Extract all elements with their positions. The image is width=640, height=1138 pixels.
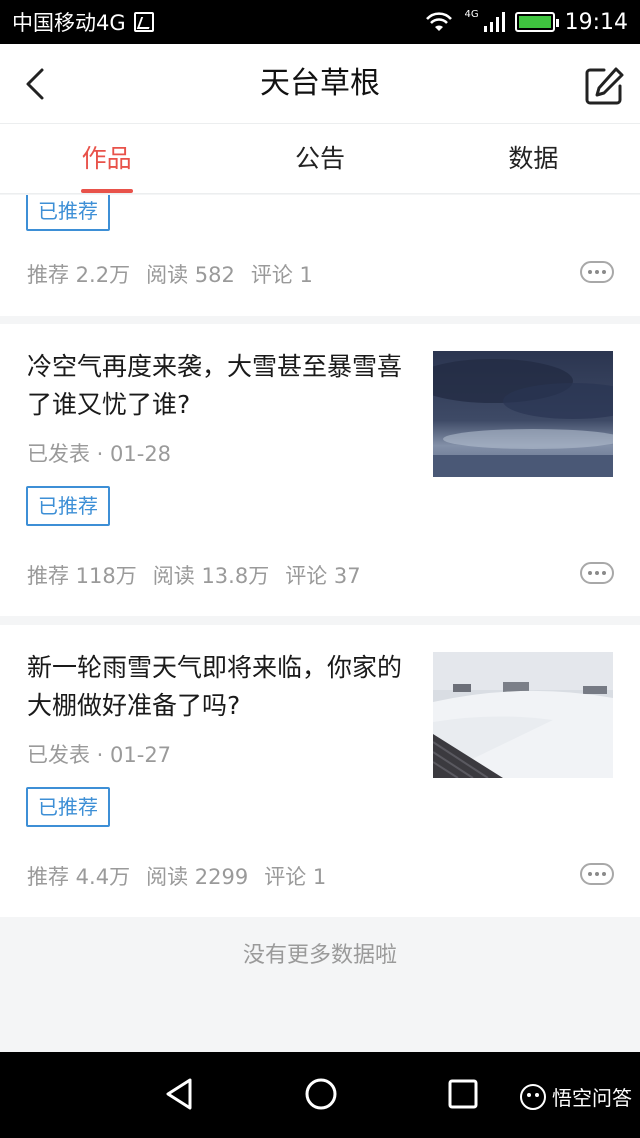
article-title: 冷空气再度来袭，大雪甚至暴雪喜了谁又忧了谁? — [27, 352, 403, 419]
tab-bar: 作品 公告 数据 — [0, 124, 640, 194]
article-stats: 推荐 2.2万 阅读 582 评论 1 — [27, 259, 313, 289]
article-thumbnail[interactable] — [433, 351, 613, 477]
status-bar: 中国移动4G 4G 19:14 — [0, 0, 640, 44]
tab-works[interactable]: 作品 — [0, 124, 213, 193]
wukong-logo-icon — [520, 1083, 546, 1110]
tab-announcements-label: 公告 — [294, 144, 345, 173]
sim-icon — [133, 12, 154, 32]
watermark: 悟空问答 — [520, 1082, 632, 1111]
read-count: 阅读 13.8万 — [152, 564, 270, 588]
battery-charging-icon — [514, 12, 559, 32]
read-count: 阅读 582 — [146, 263, 235, 287]
comment-count: 评论 1 — [250, 263, 313, 287]
recommend-count: 推荐 2.2万 — [27, 263, 131, 287]
nav-back-button[interactable] — [160, 1074, 200, 1114]
carrier-label: 中国移动4G — [12, 11, 126, 35]
recommended-badge: 已推荐 — [26, 787, 110, 827]
more-icon — [588, 571, 592, 575]
article-list: 已推荐 推荐 2.2万 阅读 582 评论 1 冷空气再度来袭，大雪甚至暴雪喜了… — [0, 195, 640, 1052]
page-title: 天台草根 — [260, 66, 380, 101]
tab-announcements[interactable]: 公告 — [213, 124, 426, 193]
snow-covered-greenhouse-image — [433, 652, 613, 778]
article-stats: 推荐 118万 阅读 13.8万 评论 37 — [27, 560, 361, 590]
comment-count: 评论 37 — [285, 564, 361, 588]
more-icon — [588, 872, 592, 876]
clock: 19:14 — [564, 9, 628, 35]
tab-data[interactable]: 数据 — [427, 124, 640, 193]
article-card[interactable]: 已推荐 推荐 2.2万 阅读 582 评论 1 — [0, 195, 640, 316]
article-thumbnail[interactable] — [433, 652, 613, 778]
tab-works-label: 作品 — [81, 144, 132, 173]
article-stats: 推荐 4.4万 阅读 2299 评论 1 — [27, 861, 326, 891]
article-title: 新一轮雨雪天气即将来临，你家的大棚做好准备了吗? — [27, 653, 403, 720]
more-options-button[interactable] — [580, 863, 614, 885]
network-tag: 4G — [464, 8, 479, 20]
back-button[interactable] — [18, 64, 58, 104]
recommended-badge: 已推荐 — [26, 195, 110, 231]
nav-recent-icon — [448, 1079, 478, 1109]
tab-data-label: 数据 — [508, 144, 559, 173]
watermark-label: 悟空问答 — [552, 1086, 632, 1110]
comment-count: 评论 1 — [264, 865, 327, 889]
article-date: 已发表 · 01-28 — [27, 442, 172, 466]
nav-recent-button[interactable] — [443, 1074, 483, 1114]
edit-button[interactable] — [582, 64, 626, 108]
edit-icon — [585, 67, 624, 105]
chevron-left-icon — [26, 68, 44, 100]
article-date: 已发表 · 01-27 — [27, 743, 172, 767]
recommend-count: 推荐 4.4万 — [27, 865, 131, 889]
system-nav-bar: 悟空问答 — [0, 1052, 640, 1138]
more-icon — [588, 270, 592, 274]
signal-icon — [483, 12, 505, 32]
recommend-count: 推荐 118万 — [27, 564, 137, 588]
nav-home-icon — [305, 1078, 337, 1110]
active-tab-indicator — [80, 189, 133, 193]
wifi-icon — [426, 12, 453, 31]
recommended-badge: 已推荐 — [26, 486, 110, 526]
app-header: 天台草根 — [0, 44, 640, 124]
more-options-button[interactable] — [580, 562, 614, 584]
dark-cloudy-sky-image — [433, 351, 613, 477]
nav-back-icon — [166, 1078, 192, 1110]
no-more-data-label: 没有更多数据啦 — [242, 943, 397, 968]
nav-home-button[interactable] — [301, 1074, 341, 1114]
article-card[interactable]: 冷空气再度来袭，大雪甚至暴雪喜了谁又忧了谁? 已发表 · 01-28 已推荐 推… — [0, 324, 640, 616]
read-count: 阅读 2299 — [146, 865, 249, 889]
article-card[interactable]: 新一轮雨雪天气即将来临，你家的大棚做好准备了吗? 已发表 · 01-27 已推荐… — [0, 625, 640, 917]
more-options-button[interactable] — [580, 261, 614, 283]
